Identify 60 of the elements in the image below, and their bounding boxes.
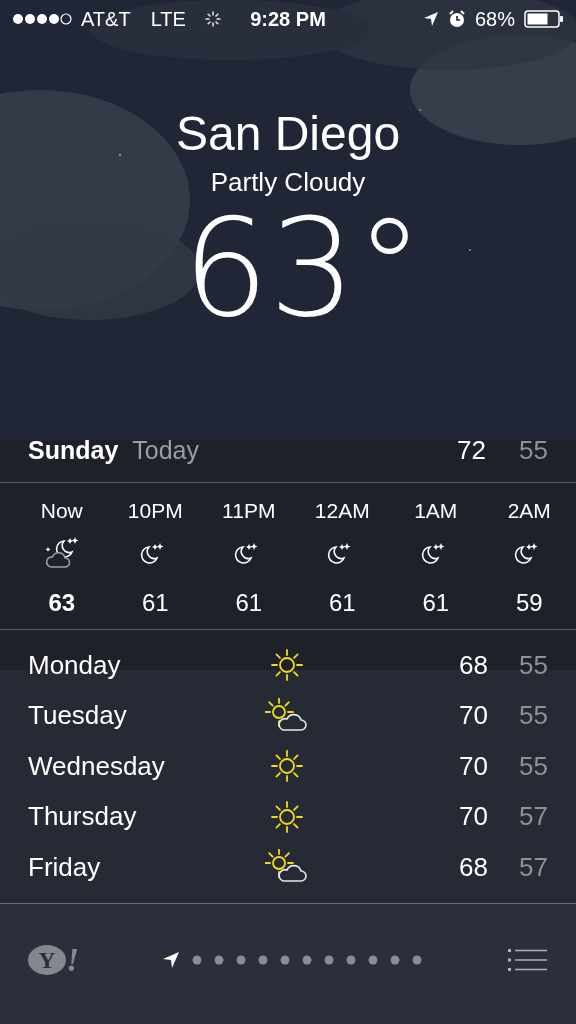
low-temperature: 55: [518, 649, 548, 681]
high-temperature: 68: [458, 851, 488, 883]
page-dot[interactable]: [257, 954, 268, 965]
hour-temperature: 61: [328, 588, 356, 618]
partly-cloudy-night-icon: [43, 537, 80, 571]
sun-cloud-icon: [265, 697, 309, 734]
page-dot[interactable]: [323, 954, 334, 965]
signal-icon: [12, 12, 73, 26]
hour-label: 11PM: [222, 498, 276, 524]
page-dot[interactable]: [235, 954, 246, 965]
hour-temperature: 61: [235, 588, 263, 618]
high-temperature: 70: [458, 700, 488, 732]
hour-label: 10PM: [127, 498, 183, 524]
weather-condition: Partly Cloudy: [210, 166, 366, 198]
hour-temperature: 61: [141, 588, 169, 618]
battery-icon: [524, 9, 564, 29]
day-name: Tuesday: [28, 700, 128, 732]
day-name: Monday: [28, 649, 122, 681]
day-name: Thursday: [28, 801, 138, 833]
low-temperature: 55: [518, 434, 548, 466]
logo-badge: Y: [28, 944, 66, 975]
city-name: San Diego: [175, 106, 401, 162]
hour-temperature: 63: [48, 588, 76, 618]
low-temperature: 57: [518, 801, 548, 833]
battery-percent: 68%: [474, 8, 515, 30]
high-temperature: 68: [458, 649, 488, 681]
page-dot[interactable]: [191, 954, 202, 965]
today-label: Today: [132, 435, 199, 465]
hour-label: 1AM: [414, 498, 458, 524]
low-temperature: 57: [518, 851, 548, 883]
page-dot[interactable]: [345, 954, 356, 965]
location-page-icon[interactable]: [161, 950, 180, 969]
day-name: Sunday: [28, 435, 119, 465]
status-time: 9:28 PM: [250, 8, 326, 30]
page-dot[interactable]: [213, 954, 224, 965]
low-temperature: 55: [518, 700, 548, 732]
page-dot[interactable]: [279, 954, 290, 965]
page-dot[interactable]: [367, 954, 378, 965]
hour-label: 12AM: [314, 498, 370, 524]
alarm-clock-icon: [447, 10, 466, 28]
high-temperature: 70: [458, 750, 488, 782]
low-temperature: 55: [518, 750, 548, 782]
activity-spinner-icon: [203, 10, 222, 28]
day-name: Wednesday: [28, 750, 166, 782]
page-dot[interactable]: [411, 954, 422, 965]
list-menu-icon[interactable]: [508, 947, 548, 972]
location-arrow-icon: [422, 11, 439, 27]
hour-temperature: 61: [422, 588, 450, 618]
carrier-name: AT&T: [81, 8, 131, 30]
high-temperature: 70: [458, 801, 488, 833]
current-temperature: 63°: [182, 198, 424, 338]
day-name: Friday: [28, 851, 102, 883]
hour-temperature: 59: [515, 588, 543, 618]
network-type: LTE: [150, 8, 186, 30]
logo-mark: !: [66, 942, 80, 977]
hour-label: Now: [40, 498, 83, 524]
high-temperature: 72: [456, 434, 486, 466]
page-dot[interactable]: [301, 954, 312, 965]
hour-label: 2AM: [507, 498, 551, 524]
page-dot[interactable]: [389, 954, 400, 965]
